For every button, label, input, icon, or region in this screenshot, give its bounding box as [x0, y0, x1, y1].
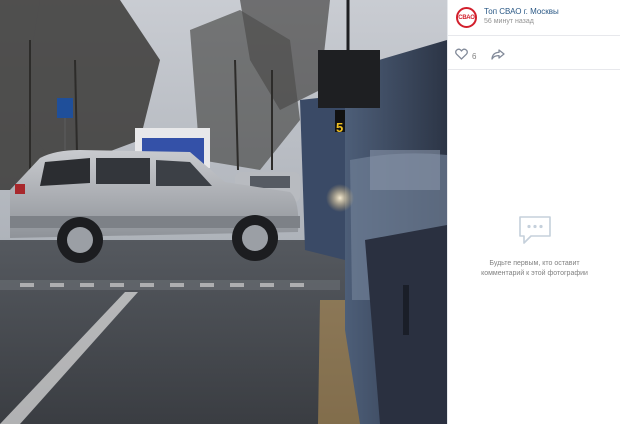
post-side-panel: СВАО Топ СВАО г. Москвы 56 минут назад 6: [447, 0, 620, 424]
post-time[interactable]: 56 минут назад: [484, 18, 534, 25]
comment-bubble-icon: [517, 214, 553, 251]
like-button[interactable]: 6: [455, 47, 476, 65]
avatar[interactable]: СВАО: [456, 7, 477, 28]
empty-comments-line-2: комментарий к этой фотографии: [481, 270, 588, 277]
empty-comments-line-1: Будьте первым, кто оставит: [489, 260, 580, 267]
post-photo[interactable]: 5: [0, 0, 447, 424]
author-link[interactable]: Топ СВАО г. Москвы: [484, 7, 559, 16]
share-button[interactable]: [491, 47, 505, 65]
empty-comments: Будьте первым, кто оставит комментарий к…: [448, 214, 620, 279]
bus-route-number: 5: [336, 120, 343, 135]
heart-icon: [455, 47, 468, 65]
avatar-text: СВАО: [458, 14, 475, 21]
share-arrow-icon: [491, 47, 505, 64]
like-count: 6: [472, 51, 477, 61]
post-header: СВАО Топ СВАО г. Москвы 56 минут назад: [448, 0, 620, 36]
post-actions: 6: [448, 36, 620, 70]
